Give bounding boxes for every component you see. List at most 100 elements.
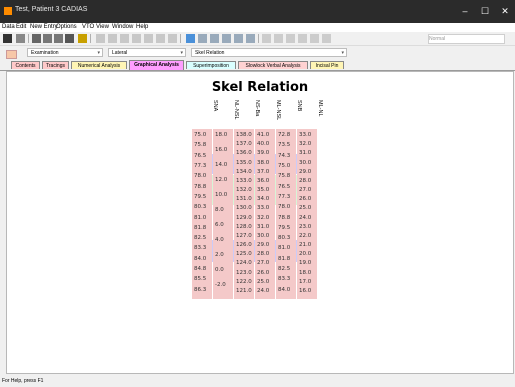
table-cell: 37.0 [257, 168, 270, 175]
menu-data[interactable]: Data [2, 23, 15, 32]
table-cell: 81.0 [278, 245, 291, 252]
zoom-normal-field[interactable]: Normal [428, 34, 505, 44]
tab-bar: Contents Tracings Numerical Analysis Gra… [0, 60, 515, 71]
menu-new-entry[interactable]: New Entry [30, 23, 58, 32]
table-cell: 77.3 [278, 193, 291, 200]
paste-icon[interactable] [54, 34, 63, 43]
menu-view[interactable]: View [96, 23, 109, 32]
table-cell: 18.0 [299, 269, 312, 276]
table-cell: 36.0 [257, 177, 270, 184]
menu-options[interactable]: Options [56, 23, 77, 32]
table-cell: 28.0 [257, 251, 270, 258]
menu-bar: Data Edit New Entry Options VTO View Win… [0, 23, 515, 32]
forward-icon[interactable] [322, 34, 331, 43]
grid-icon[interactable] [198, 34, 207, 43]
table-cell: 23.0 [299, 223, 312, 230]
tool-icon-2[interactable] [108, 34, 117, 43]
play-icon[interactable] [262, 34, 271, 43]
graphical-analysis-panel: Skel Relation SNA 75.0 75.8 76.5 77.3 78.0 78.… [6, 71, 514, 374]
menu-edit[interactable]: Edit [16, 23, 26, 32]
print-icon[interactable] [65, 34, 74, 43]
overlay-icon[interactable] [246, 34, 255, 43]
table-cell: 38.0 [257, 159, 270, 166]
tool-icon-7[interactable] [168, 34, 177, 43]
table-cell: 26.0 [299, 196, 312, 203]
tool-icon-6[interactable] [156, 34, 165, 43]
close-button[interactable]: ✕ [495, 4, 515, 18]
maximize-button[interactable]: ☐ [475, 4, 495, 18]
table-cell: 83.3 [278, 276, 291, 283]
lateral-select[interactable]: Lateral ▾ [108, 48, 186, 57]
table-cell: 125.0 [236, 251, 252, 258]
step-icon[interactable] [298, 34, 307, 43]
minimize-button[interactable]: – [455, 4, 475, 18]
table-cell: 133.0 [236, 177, 252, 184]
app-icon [4, 7, 12, 15]
table-cell: 126.0 [236, 242, 252, 248]
table-cell: 33.0 [299, 132, 312, 138]
table-cell: 31.0 [299, 150, 312, 157]
table-cell: 27.0 [299, 187, 312, 193]
tool-icon-1[interactable] [96, 34, 105, 43]
tab-tracings[interactable]: Tracings [42, 61, 69, 69]
table-cell: 24.0 [257, 287, 270, 294]
table-cell: 22.0 [299, 232, 312, 239]
tab-superimposition[interactable]: Superimposition [186, 61, 236, 69]
tab-incisal-pin[interactable]: Incisal Pin [310, 61, 344, 69]
table-cell: 30.0 [299, 159, 312, 166]
table-cell: 124.0 [236, 260, 252, 267]
table-cell: 84.8 [194, 266, 207, 273]
tool-icon-5[interactable] [144, 34, 153, 43]
menu-vto[interactable]: VTO [82, 23, 94, 32]
table-cell: 72.8 [278, 132, 291, 138]
column-header: SNB [296, 100, 302, 112]
save-icon[interactable] [3, 34, 12, 43]
table-cell: 33.0 [257, 205, 270, 212]
tool-icon-4[interactable] [132, 34, 141, 43]
tab-contents[interactable]: Contents [11, 61, 40, 69]
tool-icon-3[interactable] [120, 34, 129, 43]
table-cell: 84.0 [278, 286, 291, 293]
tab-slowlock-verbal-analysis[interactable]: Slowlock Verbal Analysis [238, 61, 308, 69]
table-cell: 28.0 [299, 177, 312, 184]
examination-select[interactable]: Examination ▾ [27, 48, 103, 57]
table-cell: 123.0 [236, 269, 252, 276]
help-icon[interactable] [78, 34, 87, 43]
pause-icon[interactable] [274, 34, 283, 43]
table-cell: 14.0 [215, 162, 228, 168]
rewind-icon[interactable] [310, 34, 319, 43]
table-cell: 34.0 [257, 196, 270, 203]
combo-bar: Examination ▾ Lateral ▾ Skel Relation ▾ [0, 46, 515, 59]
table-icon[interactable] [222, 34, 231, 43]
status-bar: For Help, press F1 [0, 376, 515, 387]
tab-graphical-analysis[interactable]: Graphical Analysis [129, 60, 184, 70]
table-cell: 78.0 [278, 204, 291, 211]
layout-icon[interactable] [210, 34, 219, 43]
table-cell: 121.0 [236, 287, 252, 294]
column-header: ML-NL [317, 100, 323, 117]
menu-help[interactable]: Help [136, 23, 148, 32]
table-cell: 25.0 [257, 278, 270, 285]
graph-icon[interactable] [186, 34, 195, 43]
print-preview-icon[interactable] [16, 34, 25, 43]
table-cell: 83.3 [194, 245, 207, 252]
window-title: Test, Patient 3 CADIAS [15, 6, 88, 13]
window-icon[interactable] [234, 34, 243, 43]
table-cell: 21.0 [299, 242, 312, 248]
table-cell: 32.0 [299, 141, 312, 148]
menu-window[interactable]: Window [112, 23, 133, 32]
table-cell: 16.0 [299, 287, 312, 294]
table-cell: 4.0 [215, 237, 224, 243]
table-cell: 76.5 [278, 183, 291, 190]
stop-icon[interactable] [286, 34, 295, 43]
tab-numerical-analysis[interactable]: Numerical Analysis [71, 61, 127, 69]
table-cell: 131.0 [236, 196, 252, 203]
analysis-select[interactable]: Skel Relation ▾ [191, 48, 347, 57]
copy-icon[interactable] [43, 34, 52, 43]
cut-icon[interactable] [32, 34, 41, 43]
table-cell: 136.0 [236, 150, 252, 157]
table-cell: 41.0 [257, 132, 270, 138]
table-cell: 130.0 [236, 205, 252, 212]
column-header: NL-NSL [233, 100, 239, 120]
table-cell: 75.0 [278, 162, 291, 169]
